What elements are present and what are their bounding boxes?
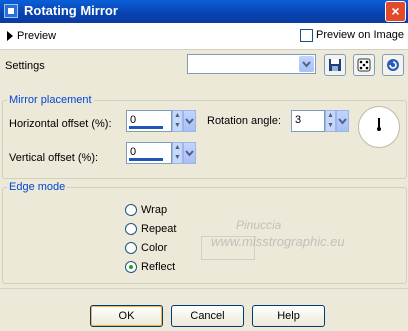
rotation-angle-label: Rotation angle: [207, 115, 281, 127]
spin-up-icon[interactable]: ▲ [173, 111, 182, 121]
spin-down-icon[interactable]: ▼ [173, 153, 182, 163]
randomize-button[interactable] [353, 54, 375, 76]
chevron-down-icon [302, 61, 311, 68]
spin-down-icon[interactable]: ▼ [173, 121, 182, 131]
preview-bar: Preview Preview on Image [0, 23, 408, 50]
radio-reflect[interactable] [125, 261, 137, 273]
spin-up-icon[interactable]: ▲ [173, 143, 182, 153]
preview-label[interactable]: Preview [17, 30, 56, 42]
edge-mode-legend: Edge mode [9, 181, 66, 193]
spin-down-icon[interactable]: ▼ [326, 121, 335, 131]
chevron-down-icon [338, 118, 347, 125]
app-icon [4, 4, 18, 18]
expand-triangle-icon[interactable] [7, 31, 13, 41]
vertical-offset-value: 0 [130, 146, 137, 158]
radio-selected-dot [129, 265, 133, 269]
edge-mode-group: Edge mode [2, 181, 407, 284]
chevron-down-icon [185, 118, 194, 125]
rotation-angle-spinner[interactable]: 3 ▲ ▼ [291, 110, 349, 132]
rotation-angle-input[interactable]: 3 [291, 110, 325, 132]
spin-up-icon[interactable]: ▲ [326, 111, 335, 121]
radio-color[interactable] [125, 242, 137, 254]
reset-arrow-icon [387, 59, 399, 71]
ok-button[interactable]: OK [90, 305, 163, 327]
spin-buttons[interactable]: ▲ ▼ [325, 110, 336, 132]
dice-icon [357, 58, 371, 72]
value-underline [129, 158, 163, 161]
horizontal-offset-spinner[interactable]: 0 ▲ ▼ [126, 110, 196, 132]
vertical-offset-label: Vertical offset (%): [9, 152, 99, 164]
chevron-down-icon [185, 150, 194, 157]
spin-dropdown-button[interactable] [336, 110, 349, 132]
mirror-placement-group: Mirror placement [2, 94, 407, 179]
watermark-line2: www.misstrographic.eu [211, 234, 345, 249]
watermark-line1: Pinuccia [236, 218, 282, 232]
floppy-disk-icon [329, 59, 341, 71]
title-bar: Rotating Mirror × [0, 0, 408, 23]
radio-wrap-label[interactable]: Wrap [141, 204, 167, 216]
spin-buttons[interactable]: ▲ ▼ [172, 110, 183, 132]
mirror-placement-legend: Mirror placement [9, 94, 92, 106]
cancel-button[interactable]: Cancel [171, 305, 244, 327]
horizontal-offset-value: 0 [130, 114, 137, 126]
preset-combo[interactable] [187, 54, 316, 74]
radio-color-label[interactable]: Color [141, 242, 167, 254]
radio-wrap[interactable] [125, 204, 137, 216]
vertical-offset-spinner[interactable]: 0 ▲ ▼ [126, 142, 196, 164]
rotation-angle-value: 3 [295, 114, 302, 126]
rotation-dial[interactable] [358, 106, 400, 148]
dial-pointer-icon [377, 118, 381, 131]
radio-reflect-label[interactable]: Reflect [141, 261, 175, 273]
window-title: Rotating Mirror [24, 3, 118, 18]
divider [0, 288, 408, 289]
radio-repeat[interactable] [125, 223, 137, 235]
value-underline [129, 126, 163, 129]
settings-label: Settings [5, 60, 45, 72]
spin-dropdown-button[interactable] [183, 110, 196, 132]
radio-repeat-label[interactable]: Repeat [141, 223, 176, 235]
save-preset-button[interactable] [324, 54, 346, 76]
preview-on-image-label[interactable]: Preview on Image [316, 29, 404, 41]
horizontal-offset-label: Horizontal offset (%): [9, 118, 112, 130]
preview-on-image-checkbox[interactable] [300, 29, 313, 42]
combo-dropdown-button[interactable] [299, 56, 314, 72]
spin-dropdown-button[interactable] [183, 142, 196, 164]
reset-button[interactable] [382, 54, 404, 76]
spin-buttons[interactable]: ▲ ▼ [172, 142, 183, 164]
close-button[interactable]: × [385, 1, 406, 22]
horizontal-offset-input[interactable]: 0 [126, 110, 172, 132]
help-button[interactable]: Help [252, 305, 325, 327]
vertical-offset-input[interactable]: 0 [126, 142, 172, 164]
